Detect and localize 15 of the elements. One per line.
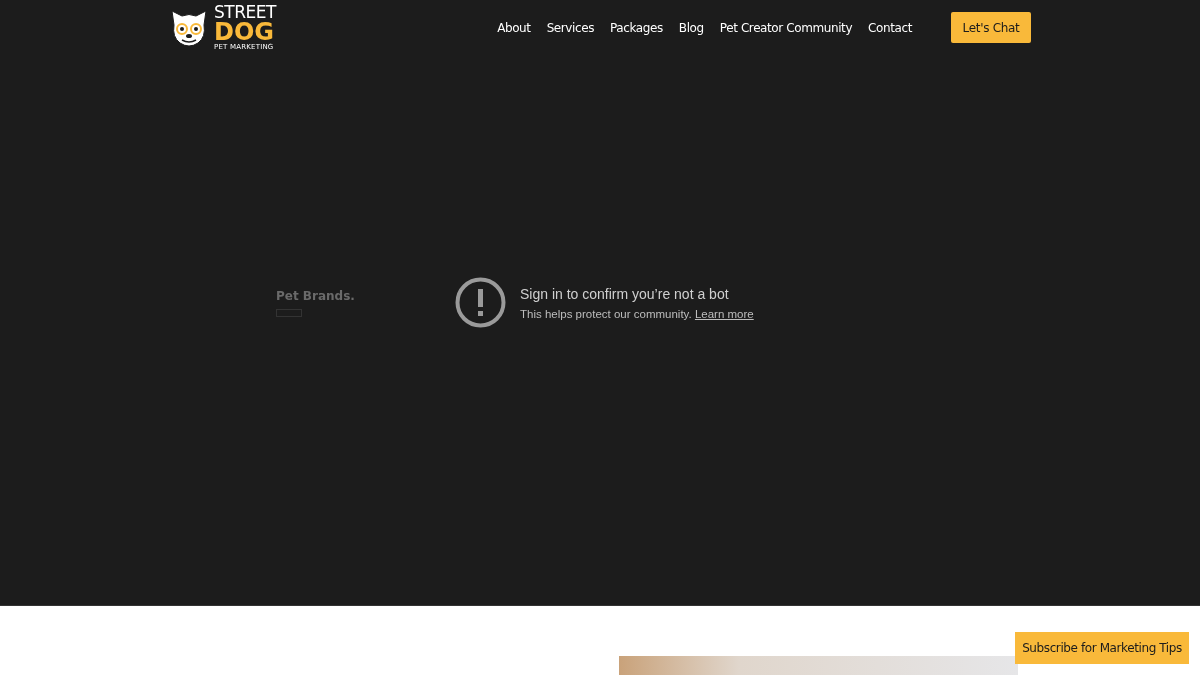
subscribe-button[interactable]: Subscribe for Marketing Tips bbox=[1015, 632, 1189, 664]
logo-text: DOG bbox=[214, 20, 276, 44]
learn-more-link[interactable]: Learn more bbox=[694, 307, 754, 320]
warning-icon bbox=[455, 277, 506, 328]
nav-link[interactable]: Services bbox=[546, 20, 595, 35]
nav-link[interactable]: Pet Creator Community bbox=[719, 20, 853, 35]
chat-button[interactable]: Let's Chat bbox=[951, 12, 1031, 43]
nav-link[interactable]: Packages bbox=[610, 20, 663, 35]
nav-link[interactable]: Blog bbox=[678, 20, 704, 35]
nav-link[interactable]: About bbox=[497, 20, 531, 35]
faded-heading: Pet Brands. bbox=[276, 288, 356, 303]
error-title: Sign in to confirm you’re not a bot bbox=[520, 285, 730, 302]
error-message: This helps protect our community. Learn more bbox=[520, 307, 754, 320]
logo-text: STREET bbox=[214, 4, 276, 21]
nav-link[interactable]: Contact bbox=[868, 20, 912, 35]
